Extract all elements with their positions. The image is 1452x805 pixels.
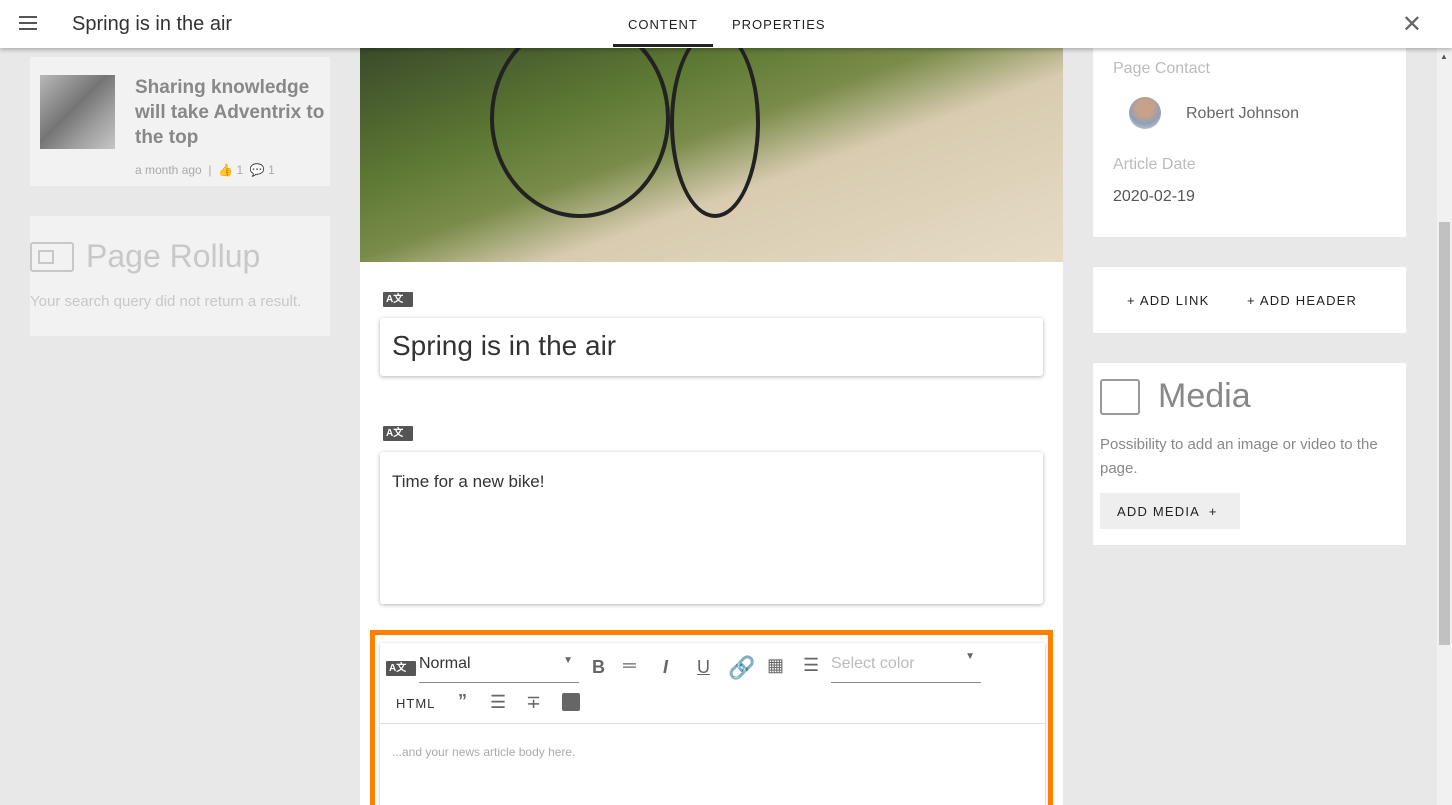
likes-count: 1 [236,163,244,177]
rollup-empty-message: Your search query did not return a resul… [30,293,302,310]
tab-properties[interactable]: PROPERTIES [732,17,826,32]
newspaper-icon [30,241,74,272]
content-editor-panel: A文 Spring is in the air A文 Time for a ne… [360,18,1063,805]
news-meta: a month ago | 👍 1 💬 1 [135,163,275,177]
comments-count: 1 [268,163,275,177]
tab-content[interactable]: CONTENT [613,17,713,47]
article-date-label: Article Date [1113,156,1196,173]
contact-avatar [1129,97,1161,129]
summary-textarea[interactable]: Time for a new bike! [380,452,1043,604]
chevron-down-icon: ▼ [965,651,975,662]
close-icon[interactable]: ✕ [1402,10,1422,39]
page-properties-card: Page Contact Robert Johnson Article Date… [1093,48,1406,237]
media-icon [1100,379,1140,415]
add-link-button[interactable]: + ADD LINK [1127,293,1209,308]
link-icon[interactable]: 🔗 [728,655,755,681]
top-bar: Spring is in the air CONTENT PROPERTIES … [0,0,1452,48]
rich-text-editor: A文 Normal ▼ B ═ I U 🔗 ▦ ☰ Select color ▼ H… [370,630,1053,805]
html-button[interactable]: HTML [396,696,435,711]
body-editor[interactable]: ...and your news article body here. [392,745,575,759]
title-input[interactable]: Spring is in the air [380,318,1043,376]
news-card[interactable]: Sharing knowledge will take Adventrix to… [30,57,330,186]
strikethrough-icon[interactable]: ∓ [526,692,541,713]
media-description: Possibility to add an image or video to … [1100,436,1378,477]
bold-icon[interactable]: B [592,657,605,678]
links-card: + ADD LINK + ADD HEADER [1093,267,1406,333]
news-title[interactable]: Sharing knowledge will take Adventrix to… [135,75,325,150]
news-thumbnail [40,75,115,149]
image-icon[interactable] [562,693,580,711]
table-icon[interactable]: ▦ [767,655,784,676]
comments-icon: 💬 [249,163,265,177]
thumbs-up-icon: 👍 [218,163,234,177]
blockquote-icon[interactable]: ” [458,691,467,712]
format-select[interactable]: Normal ▼ [419,655,579,683]
header-image[interactable] [360,18,1063,262]
add-header-button[interactable]: + ADD HEADER [1247,293,1357,308]
underline-icon[interactable]: U [697,657,710,678]
translate-icon[interactable]: A文 [386,661,416,676]
contact-name[interactable]: Robert Johnson [1186,105,1299,123]
scrollbar[interactable]: ▲ [1437,48,1452,805]
page-title: Spring is in the air [72,13,233,35]
media-title: Media [1158,377,1251,415]
bullet-list-icon[interactable]: ☰ [490,692,506,713]
media-card: Media Possibility to add an image or vid… [1093,363,1406,545]
translate-icon[interactable]: A文 [383,426,413,441]
chevron-down-icon: ▼ [563,655,573,666]
add-media-button[interactable]: ADD MEDIA + [1100,493,1240,529]
article-date[interactable]: 2020-02-19 [1113,188,1195,206]
hamburger-menu-icon[interactable] [19,16,37,30]
rollup-title: Page Rollup [86,238,261,274]
translate-icon[interactable]: A文 [383,292,413,307]
news-time: a month ago [135,163,202,177]
horizontal-rule-icon[interactable]: ═ [623,655,636,676]
page-rollup: Page Rollup Your search query did not re… [30,216,330,336]
ordered-list-icon[interactable]: ☰ [803,655,819,676]
italic-icon[interactable]: I [663,657,668,678]
scrollbar-thumb[interactable] [1439,222,1450,645]
page-contact-label: Page Contact [1113,60,1210,77]
color-select[interactable]: Select color ▼ [831,651,981,683]
scroll-up-icon: ▲ [1440,52,1448,61]
